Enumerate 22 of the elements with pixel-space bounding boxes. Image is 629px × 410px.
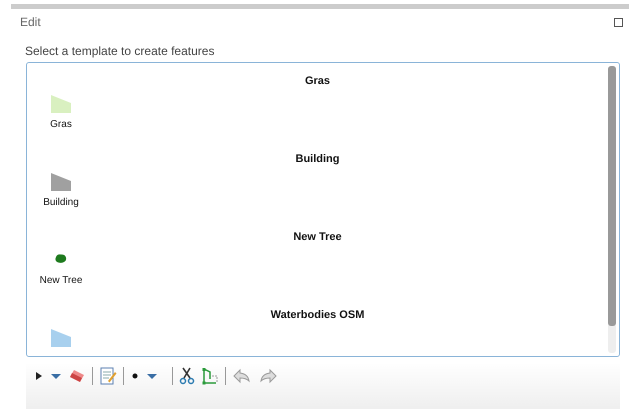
group-heading: Gras bbox=[304, 74, 332, 88]
eraser-icon[interactable] bbox=[68, 368, 86, 384]
panel-title: Edit bbox=[20, 15, 41, 29]
template-label[interactable]: Building bbox=[43, 197, 79, 208]
scissors-icon[interactable] bbox=[179, 367, 195, 385]
group-heading: Building bbox=[294, 152, 340, 166]
group-heading: Waterbodies OSM bbox=[270, 308, 366, 322]
caret-icon[interactable] bbox=[50, 371, 62, 381]
redo-icon[interactable] bbox=[258, 368, 278, 384]
scrollbar-thumb[interactable] bbox=[608, 66, 616, 326]
edit-document-icon[interactable] bbox=[99, 367, 117, 385]
prompt-text: Select a template to create features bbox=[25, 44, 216, 58]
reshape-icon[interactable] bbox=[201, 367, 219, 385]
undo-icon[interactable] bbox=[232, 368, 252, 384]
group-heading: New Tree bbox=[292, 230, 343, 244]
point-icon[interactable] bbox=[130, 371, 140, 381]
caret-icon[interactable] bbox=[146, 371, 158, 381]
polygon-symbol-icon[interactable] bbox=[50, 172, 72, 192]
template-label[interactable]: New Tree bbox=[40, 275, 82, 286]
pointer-icon[interactable] bbox=[34, 370, 44, 382]
template-label[interactable]: Gras bbox=[50, 119, 72, 130]
maximize-icon[interactable] bbox=[614, 18, 623, 26]
